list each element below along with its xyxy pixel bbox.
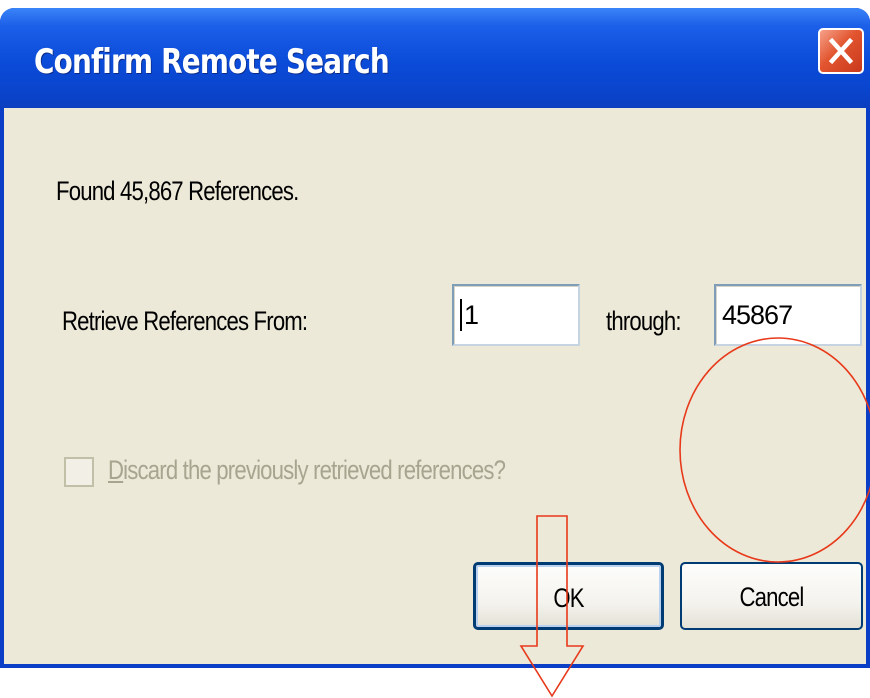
screenshot-stage: Confirm Remote Search Found 45,867 Refer… xyxy=(0,0,870,698)
close-button[interactable] xyxy=(818,28,864,74)
through-label: through: xyxy=(606,306,682,336)
from-field[interactable] xyxy=(452,284,580,346)
discard-label-accelerator: D xyxy=(108,455,124,485)
close-icon xyxy=(828,37,854,65)
found-references-message: Found 45,867 References. xyxy=(56,176,299,206)
cancel-button[interactable]: Cancel xyxy=(680,562,863,630)
ok-button[interactable]: OK xyxy=(473,562,664,630)
discard-checkbox[interactable] xyxy=(64,457,94,487)
through-input[interactable] xyxy=(716,286,860,344)
confirm-remote-search-dialog: Confirm Remote Search Found 45,867 Refer… xyxy=(0,8,870,668)
through-field[interactable] xyxy=(714,284,862,346)
dialog-body: Found 45,867 References. Retrieve Refere… xyxy=(4,108,866,664)
ok-button-label: OK xyxy=(553,583,584,613)
dialog-title: Confirm Remote Search xyxy=(34,42,390,82)
discard-checkbox-label: Discard the previously retrieved referen… xyxy=(108,455,506,486)
cancel-button-label: Cancel xyxy=(739,582,804,612)
title-bar[interactable]: Confirm Remote Search xyxy=(0,8,870,108)
discard-label-text: iscard the previously retrieved referenc… xyxy=(123,455,506,485)
retrieve-from-label: Retrieve References From: xyxy=(62,306,308,336)
from-input[interactable] xyxy=(454,286,578,344)
